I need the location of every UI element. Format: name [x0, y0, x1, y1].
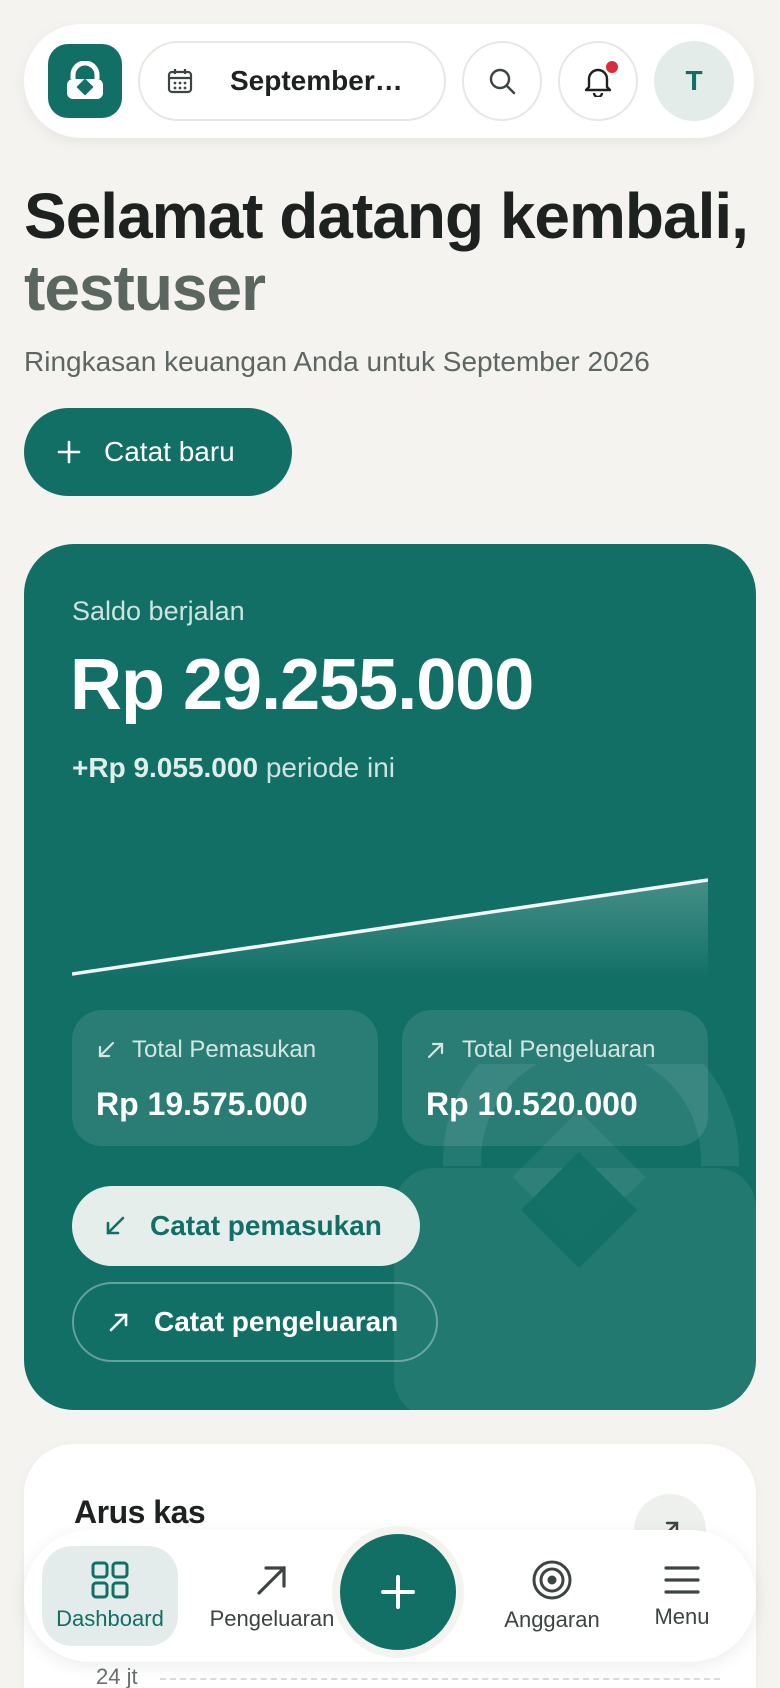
- search-icon: [489, 68, 516, 95]
- avatar[interactable]: T: [654, 41, 734, 121]
- wallet-lock-icon: [67, 61, 103, 99]
- greeting-username: testuser: [24, 252, 266, 324]
- greeting-title: Selamat datang kembali,: [24, 180, 749, 252]
- new-record-label: Catat baru: [104, 436, 235, 467]
- expense-total-label: Total Pengeluaran: [462, 1036, 656, 1063]
- period-label: September 2026: [230, 65, 410, 96]
- arrow-up-right-icon: [109, 1313, 128, 1332]
- nav-expenses-label: Pengeluaran: [209, 1606, 335, 1631]
- income-total-value: Rp 19.575.000: [96, 1086, 308, 1122]
- record-expense-button[interactable]: Catat pengeluaran: [72, 1282, 438, 1362]
- record-income-button[interactable]: Catat pemasukan: [72, 1186, 420, 1266]
- cashflow-axis-tick: 24 jt: [96, 1664, 138, 1688]
- app-logo[interactable]: [48, 44, 122, 118]
- grid-icon: [91, 1561, 129, 1599]
- balance-card: Saldo berjalan Rp 29.255.000 +Rp 9.055.0…: [24, 544, 756, 1410]
- new-record-button[interactable]: Catat baru: [24, 408, 292, 496]
- balance-delta-amount: +Rp 9.055.000: [72, 752, 259, 783]
- page-title: Selamat datang kembali, testuser: [24, 180, 754, 324]
- expense-total-value: Rp 10.520.000: [426, 1086, 638, 1122]
- nav-expenses[interactable]: Pengeluaran: [202, 1546, 342, 1646]
- expense-total-card: Total Pengeluaran Rp 10.520.000: [402, 1010, 708, 1146]
- plus-icon: [381, 1575, 415, 1609]
- arrow-up-right-icon: [257, 1566, 286, 1595]
- balance-amount: Rp 29.255.000: [70, 645, 534, 725]
- arrow-down-left-icon: [98, 1041, 115, 1058]
- record-income-label: Catat pemasukan: [150, 1210, 382, 1241]
- greeting: Selamat datang kembali, testuser Ringkas…: [24, 180, 754, 378]
- record-expense-label: Catat pengeluaran: [154, 1306, 399, 1337]
- top-bar: September 2026 T: [24, 24, 754, 138]
- arrow-down-left-icon: [106, 1216, 125, 1235]
- nav-budget[interactable]: Anggaran: [494, 1546, 610, 1646]
- menu-icon: [664, 1566, 700, 1594]
- notification-badge: [604, 59, 620, 75]
- nav-dashboard-label: Dashboard: [56, 1606, 164, 1631]
- notifications-button[interactable]: [558, 41, 638, 121]
- search-button[interactable]: [462, 41, 542, 121]
- add-transaction-fab[interactable]: [340, 1534, 456, 1650]
- nav-dashboard[interactable]: Dashboard: [42, 1546, 178, 1646]
- nav-budget-label: Anggaran: [504, 1607, 600, 1632]
- cashflow-gridline: [160, 1678, 720, 1680]
- arrow-up-right-icon: [427, 1042, 444, 1059]
- greeting-subtitle: Ringkasan keuangan Anda untuk September …: [24, 346, 650, 377]
- balance-sparkline: [72, 878, 708, 980]
- nav-menu[interactable]: Menu: [632, 1546, 732, 1646]
- target-icon: [532, 1560, 572, 1600]
- balance-label: Saldo berjalan: [72, 596, 245, 626]
- period-selector[interactable]: September 2026: [138, 41, 446, 121]
- calendar-icon: [167, 69, 193, 94]
- plus-icon: [57, 440, 81, 464]
- cashflow-title: Arus kas: [74, 1494, 206, 1530]
- income-total-card: Total Pemasukan Rp 19.575.000: [72, 1010, 378, 1146]
- nav-menu-label: Menu: [654, 1604, 710, 1629]
- income-total-label: Total Pemasukan: [132, 1036, 317, 1063]
- balance-delta-suffix: periode ini: [265, 752, 396, 783]
- balance-delta: +Rp 9.055.000 periode ini: [72, 752, 395, 784]
